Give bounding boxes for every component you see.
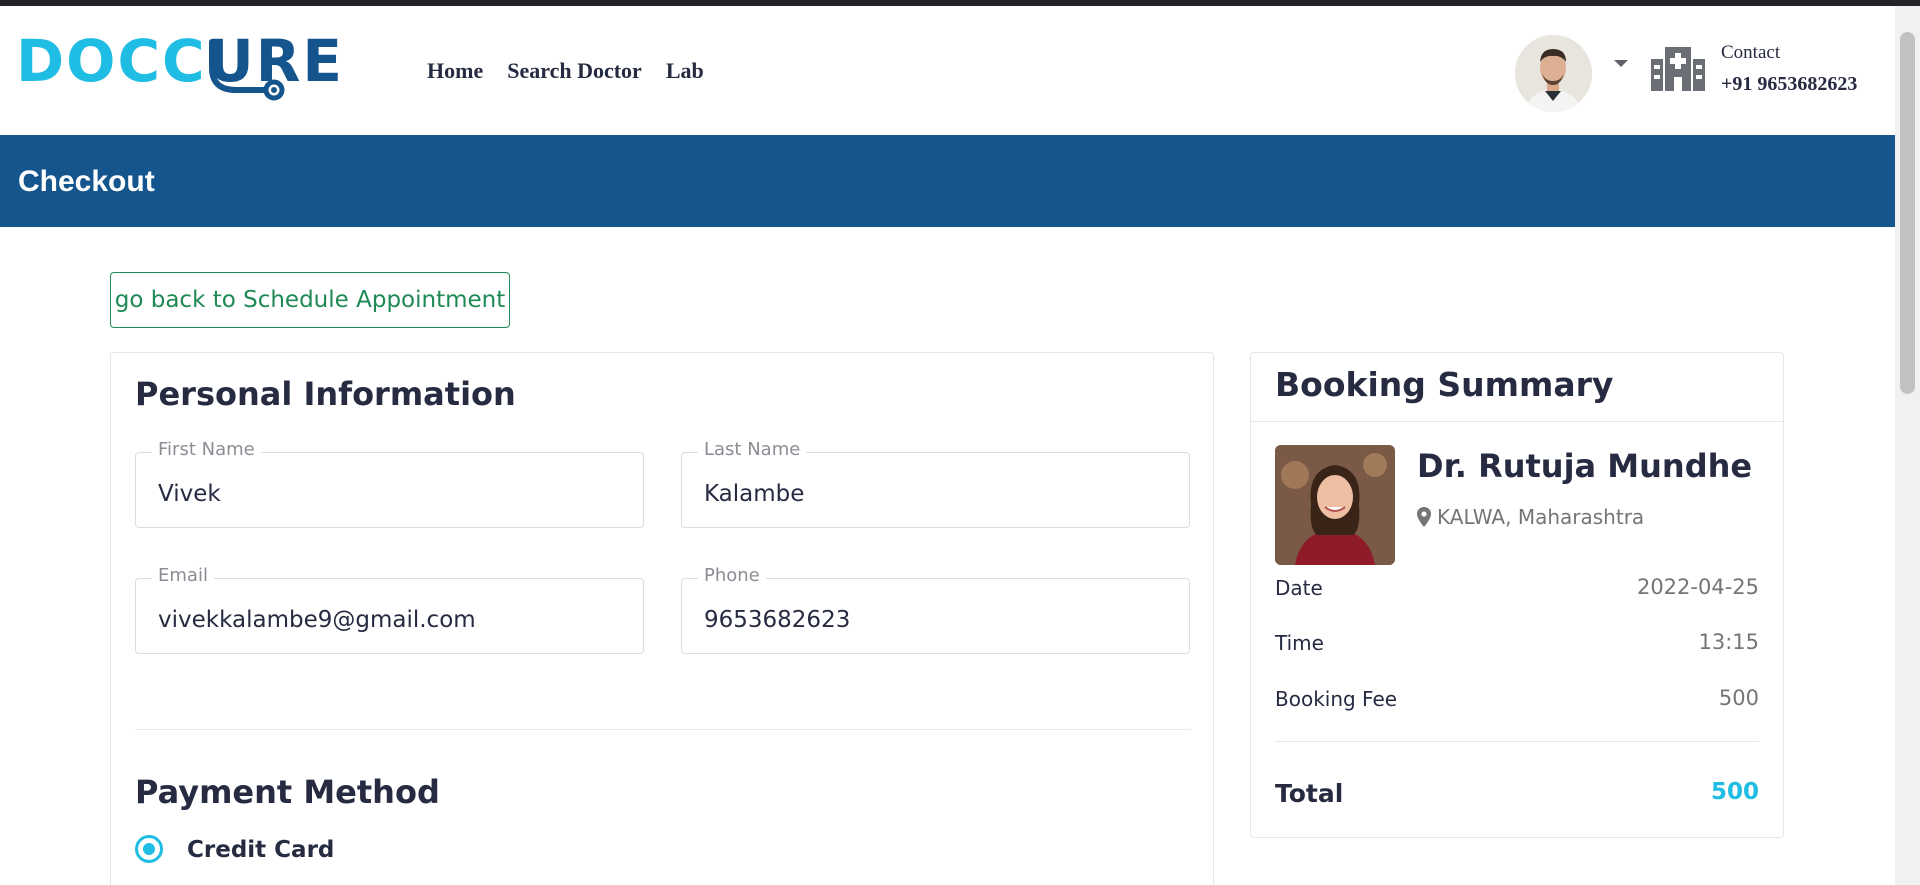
- first-name-field[interactable]: First Name Vivek: [135, 439, 644, 528]
- email-field[interactable]: Email vivekkalambe9@gmail.com: [135, 565, 644, 654]
- logo-text-part1: DOCC: [16, 27, 207, 95]
- booking-fee-value: 500: [1718, 686, 1759, 710]
- contact-phone[interactable]: +91 9653682623: [1721, 73, 1857, 96]
- phone-field[interactable]: Phone 9653682623: [681, 565, 1190, 654]
- section-divider: [135, 729, 1191, 730]
- total-label: Total: [1275, 779, 1344, 808]
- last-name-label: Last Name: [698, 439, 807, 460]
- time-value: 13:15: [1698, 630, 1759, 654]
- booking-summary-title: Booking Summary: [1275, 365, 1614, 404]
- booking-summary-header: Booking Summary: [1251, 353, 1783, 422]
- nav-search-doctor[interactable]: Search Doctor: [507, 58, 642, 84]
- doctor-name[interactable]: Dr. Rutuja Mundhe: [1417, 447, 1752, 485]
- last-name-value[interactable]: Kalambe: [704, 481, 804, 507]
- map-marker-icon: [1417, 507, 1431, 527]
- last-name-field[interactable]: Last Name Kalambe: [681, 439, 1190, 528]
- doctor-location-text: KALWA, Maharashtra: [1437, 505, 1645, 529]
- page-scrollbar[interactable]: [1895, 6, 1920, 885]
- doctor-photo[interactable]: [1275, 445, 1395, 565]
- booking-fee-label: Booking Fee: [1275, 687, 1398, 711]
- user-avatar-image: [1515, 35, 1592, 112]
- personal-info-title: Personal Information: [135, 375, 516, 413]
- first-name-label: First Name: [152, 439, 261, 460]
- back-to-schedule-button[interactable]: go back to Schedule Appointment: [110, 272, 510, 328]
- doccure-logo[interactable]: DOCCURE: [16, 27, 342, 113]
- checkout-form-card: Personal Information First Name Vivek La…: [110, 352, 1214, 885]
- nav-lab[interactable]: Lab: [666, 58, 704, 84]
- date-label: Date: [1275, 576, 1323, 600]
- site-header: DOCCURE Home Search Doctor Lab Contact +…: [0, 6, 1895, 135]
- chevron-down-icon[interactable]: [1614, 60, 1628, 67]
- phone-label: Phone: [698, 565, 766, 586]
- user-avatar[interactable]: [1515, 35, 1592, 112]
- date-value: 2022-04-25: [1636, 575, 1759, 599]
- radio-checked-icon[interactable]: [135, 835, 163, 863]
- contact-label: Contact: [1721, 42, 1781, 63]
- summary-divider: [1275, 741, 1759, 742]
- doctor-location: KALWA, Maharashtra: [1417, 505, 1644, 529]
- scrollbar-thumb[interactable]: [1900, 32, 1915, 394]
- phone-value[interactable]: 9653682623: [704, 607, 850, 633]
- credit-card-option-label[interactable]: Credit Card: [187, 837, 334, 863]
- hospital-icon: [1651, 47, 1705, 91]
- doctor-photo-image: [1275, 445, 1395, 565]
- breadcrumb-bar: Checkout: [0, 135, 1895, 227]
- main-nav: Home Search Doctor Lab: [427, 58, 704, 84]
- email-label: Email: [152, 565, 214, 586]
- total-value: 500: [1710, 779, 1759, 805]
- nav-home[interactable]: Home: [427, 58, 483, 84]
- time-label: Time: [1275, 631, 1324, 655]
- booking-summary-card: Booking Summary Dr. Rutuja Mundhe KALWA,…: [1250, 352, 1784, 838]
- payment-method-title: Payment Method: [135, 773, 440, 811]
- stethoscope-icon: [209, 39, 285, 101]
- email-value[interactable]: vivekkalambe9@gmail.com: [158, 607, 476, 633]
- first-name-value[interactable]: Vivek: [158, 481, 221, 507]
- page-title: Checkout: [18, 165, 155, 198]
